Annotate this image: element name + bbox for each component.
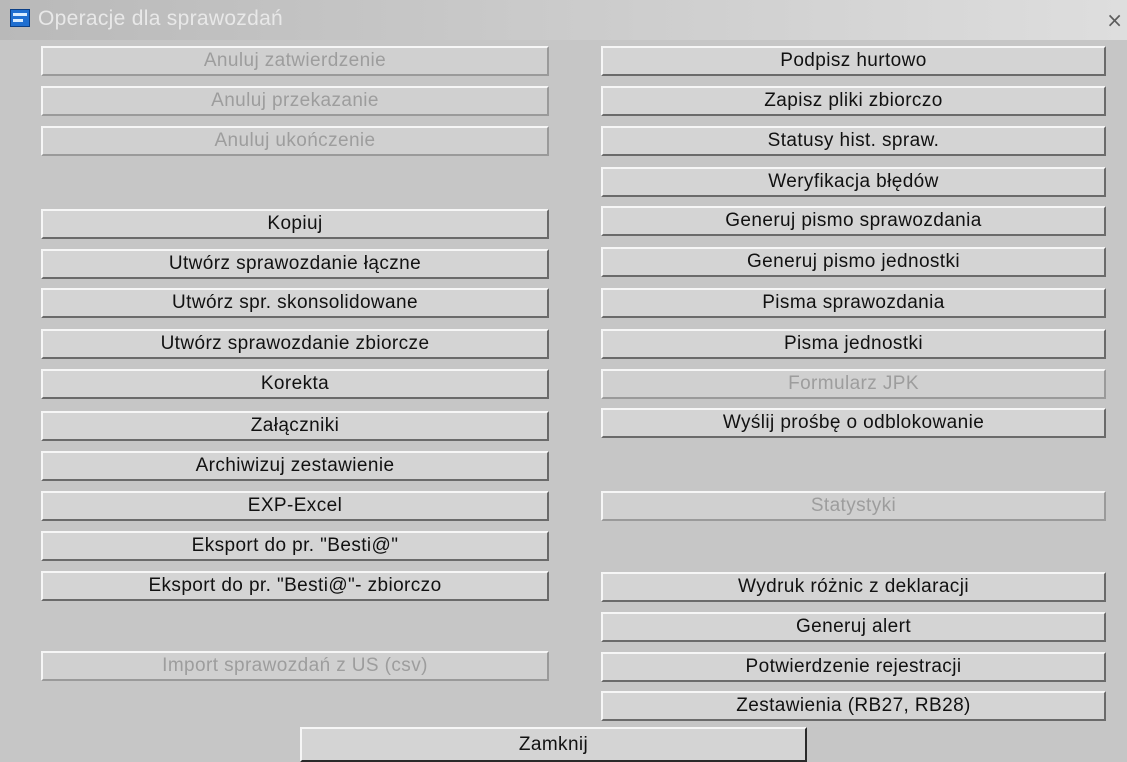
exp-excel-button[interactable]: EXP-Excel bbox=[41, 491, 549, 521]
utworz-skonsolidowane-button[interactable]: Utwórz spr. skonsolidowane bbox=[41, 288, 549, 318]
zapisz-pliki-zbiorczo-button[interactable]: Zapisz pliki zbiorczo bbox=[601, 86, 1106, 116]
title-bar: Operacje dla sprawozdań × bbox=[0, 0, 1127, 40]
eksport-besti-zbiorczo-button[interactable]: Eksport do pr. "Besti@"- zbiorczo bbox=[41, 571, 549, 601]
weryfikacja-bledow-button[interactable]: Weryfikacja błędów bbox=[601, 167, 1106, 197]
potwierdzenie-rejestracji-button[interactable]: Potwierdzenie rejestracji bbox=[601, 652, 1106, 682]
statystyki-button[interactable]: Statystyki bbox=[601, 491, 1106, 521]
window-title: Operacje dla sprawozdań bbox=[38, 7, 284, 30]
podpisz-hurtowo-button[interactable]: Podpisz hurtowo bbox=[601, 46, 1106, 76]
wydruk-roznic-button[interactable]: Wydruk różnic z deklaracji bbox=[601, 572, 1106, 602]
utworz-zbiorcze-button[interactable]: Utwórz sprawozdanie zbiorcze bbox=[41, 329, 549, 359]
anuluj-ukonczenie-button[interactable]: Anuluj ukończenie bbox=[41, 126, 549, 156]
anuluj-zatwierdzenie-button[interactable]: Anuluj zatwierdzenie bbox=[41, 46, 549, 76]
generuj-alert-button[interactable]: Generuj alert bbox=[601, 612, 1106, 642]
zalaczniki-button[interactable]: Załączniki bbox=[41, 411, 549, 441]
generuj-pismo-jednostki-button[interactable]: Generuj pismo jednostki bbox=[601, 247, 1106, 277]
close-icon[interactable]: × bbox=[1106, 8, 1123, 32]
dialog-window: Operacje dla sprawozdań × Anuluj zatwier… bbox=[0, 0, 1127, 762]
zamknij-button[interactable]: Zamknij bbox=[300, 727, 807, 762]
wyslij-prosbe-button[interactable]: Wyślij prośbę o odblokowanie bbox=[601, 408, 1106, 438]
eksport-besti-button[interactable]: Eksport do pr. "Besti@" bbox=[41, 531, 549, 561]
formularz-jpk-button[interactable]: Formularz JPK bbox=[601, 369, 1106, 399]
anuluj-przekazanie-button[interactable]: Anuluj przekazanie bbox=[41, 86, 549, 116]
statusy-hist-button[interactable]: Statusy hist. spraw. bbox=[601, 126, 1106, 156]
korekta-button[interactable]: Korekta bbox=[41, 369, 549, 399]
pisma-sprawozdania-button[interactable]: Pisma sprawozdania bbox=[601, 288, 1106, 318]
utworz-laczne-button[interactable]: Utwórz sprawozdanie łączne bbox=[41, 249, 549, 279]
zestawienia-button[interactable]: Zestawienia (RB27, RB28) bbox=[601, 691, 1106, 721]
kopiuj-button[interactable]: Kopiuj bbox=[41, 209, 549, 239]
archiwizuj-zestawienie-button[interactable]: Archiwizuj zestawienie bbox=[41, 451, 549, 481]
generuj-pismo-sprawozdania-button[interactable]: Generuj pismo sprawozdania bbox=[601, 206, 1106, 236]
app-icon bbox=[10, 9, 30, 27]
pisma-jednostki-button[interactable]: Pisma jednostki bbox=[601, 329, 1106, 359]
import-us-button[interactable]: Import sprawozdań z US (csv) bbox=[41, 651, 549, 681]
